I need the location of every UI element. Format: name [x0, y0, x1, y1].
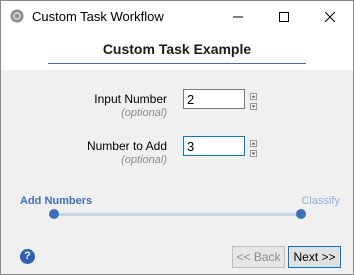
step-classify[interactable]: Classify [301, 195, 340, 207]
spin-up-icon [251, 142, 256, 145]
input-number-increment[interactable] [250, 93, 257, 100]
close-button[interactable] [307, 1, 353, 32]
header-divider [48, 63, 306, 64]
number-to-add-increment[interactable] [250, 140, 257, 147]
spin-down-icon [251, 105, 256, 108]
back-button[interactable]: << Back [232, 246, 285, 268]
input-number-label: Input Number [94, 92, 167, 106]
window-title: Custom Task Workflow [32, 9, 164, 24]
number-to-add-decrement[interactable] [250, 150, 257, 157]
step-add-numbers[interactable]: Add Numbers [20, 195, 92, 207]
app-gear-icon [10, 9, 24, 23]
step-classify-marker[interactable] [296, 209, 306, 219]
minimize-button[interactable] [215, 1, 261, 32]
maximize-icon [279, 11, 289, 22]
step-add-numbers-marker[interactable] [49, 209, 59, 219]
maximize-button[interactable] [261, 1, 307, 32]
workflow-progress-track [54, 213, 302, 216]
next-button[interactable]: Next >> [288, 246, 341, 268]
input-number-decrement[interactable] [250, 103, 257, 110]
input-number-optional-label: (optional) [121, 107, 167, 119]
spin-down-icon [251, 152, 256, 155]
page-title: Custom Task Example [102, 41, 252, 57]
dialog-window: Custom Task Workflow Custom Task Example… [0, 0, 354, 275]
number-to-add-label: Number to Add [86, 139, 167, 153]
input-number-field[interactable] [183, 89, 245, 109]
help-icon[interactable]: ? [20, 249, 35, 264]
spin-up-icon [251, 95, 256, 98]
number-to-add-optional-label: (optional) [121, 154, 167, 166]
number-to-add-field[interactable] [183, 136, 245, 156]
minimize-icon [233, 16, 243, 17]
close-icon [325, 11, 335, 22]
title-bar[interactable]: Custom Task Workflow [1, 1, 353, 32]
